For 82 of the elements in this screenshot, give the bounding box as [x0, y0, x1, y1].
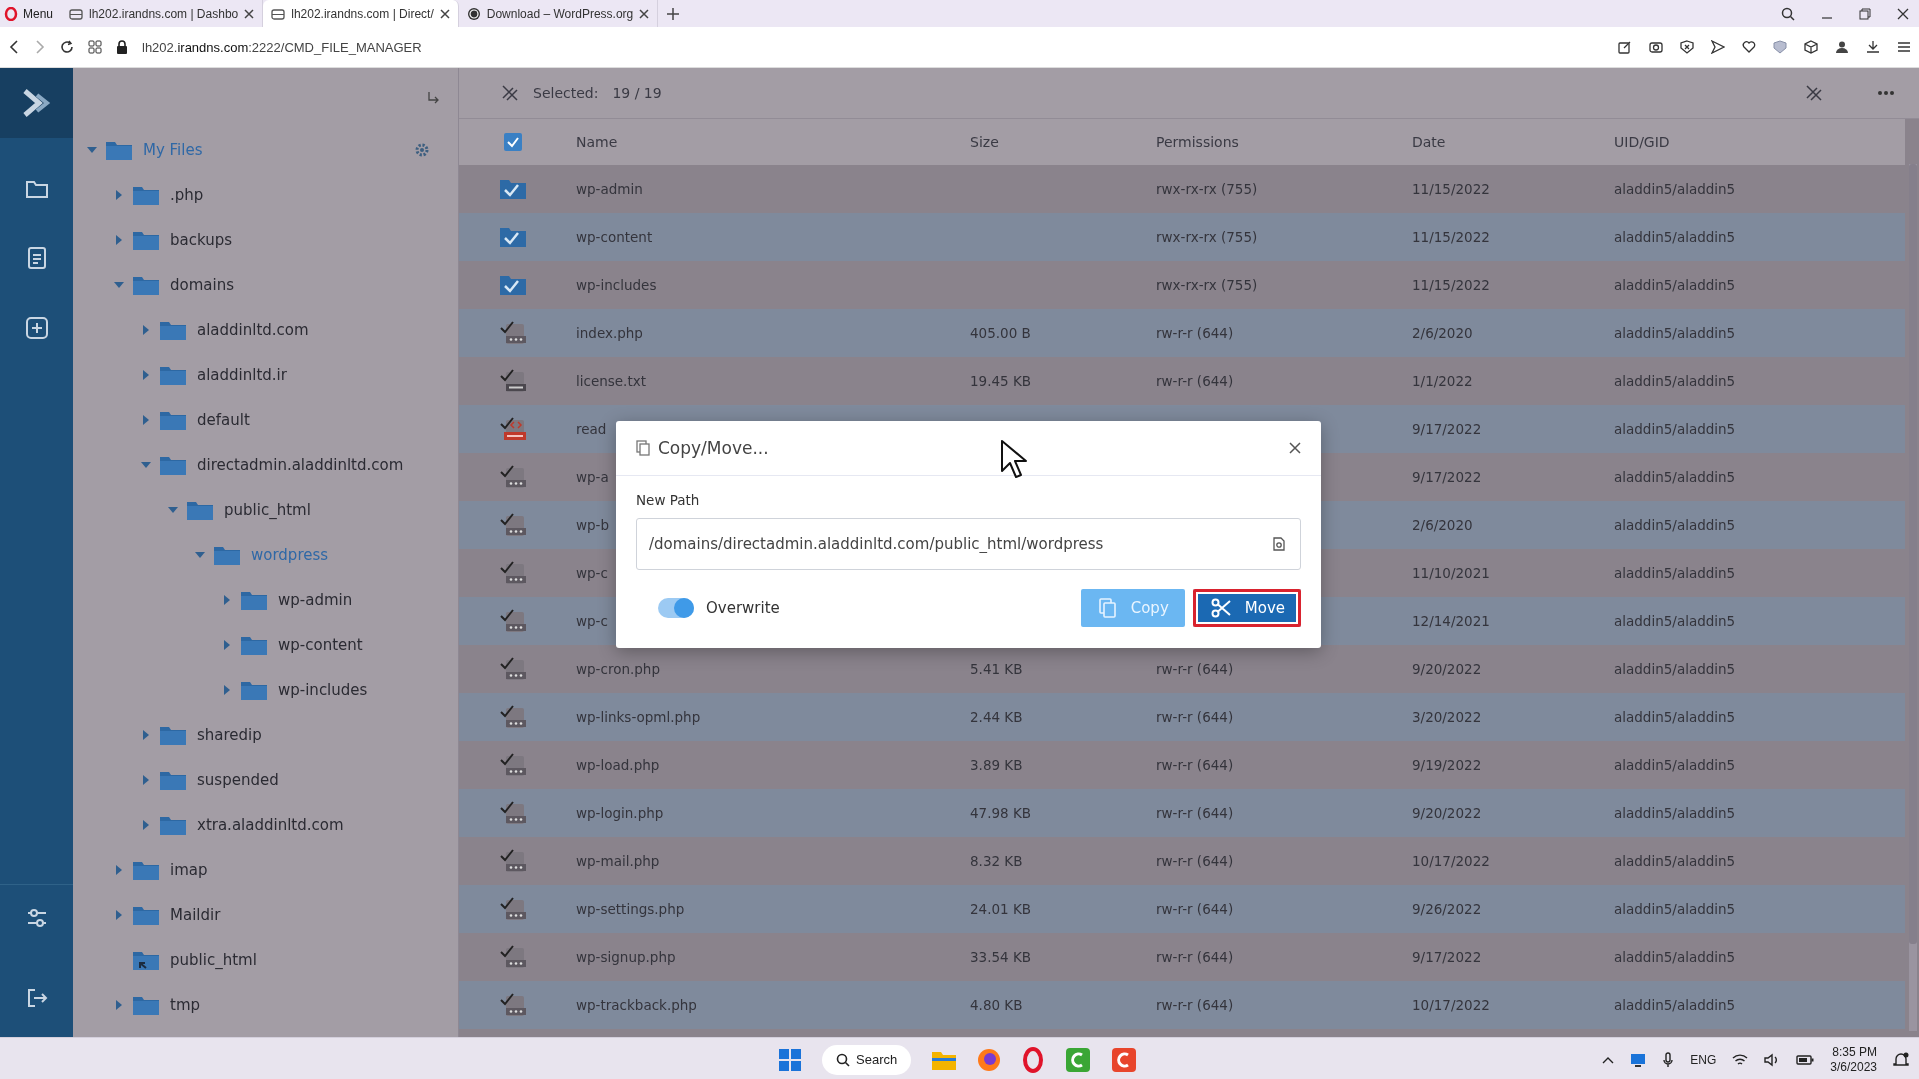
table-cell-text: aladdin5/aladdin5: [1614, 421, 1737, 437]
table-cell-text: 9/17/2022: [1412, 421, 1483, 437]
table-cell-text: 4.80 KB: [970, 997, 1024, 1013]
table-cell-text: aladdin5/aladdin5: [1614, 949, 1737, 965]
selected-label: Selected:: [533, 85, 599, 101]
table-cell-text: aladdin5/aladdin5: [1614, 181, 1737, 197]
dialog-title: Copy/Move...: [658, 438, 769, 458]
table-cell-text: rw-r-r (644): [1156, 949, 1235, 965]
table-cell-text: aladdin5/aladdin5: [1614, 901, 1737, 917]
table-cell-text: 47.98 KB: [970, 805, 1033, 821]
table-cell-text: rw-r-r (644): [1156, 853, 1235, 869]
table-cell-text: rw-r-r (644): [1156, 325, 1235, 341]
table-cell-text: aladdin5/aladdin5: [1614, 565, 1737, 581]
selected-count: 19 / 19: [612, 85, 662, 101]
table-cell-text: 10/17/2022: [1412, 853, 1491, 869]
table-cell-text: aladdin5/aladdin5: [1614, 661, 1737, 677]
table-cell-text: aladdin5/aladdin5: [1614, 517, 1737, 533]
table-cell-text: 2/6/2020: [1412, 517, 1474, 533]
table-cell-text: 1/1/2022: [1412, 373, 1474, 389]
table-cell-text: aladdin5/aladdin5: [1614, 613, 1737, 629]
table-cell-text: 9/20/2022: [1412, 661, 1483, 677]
table-cell-text: rw-r-r (644): [1156, 997, 1235, 1013]
table-cell-text: 12/14/2021: [1412, 613, 1491, 629]
table-cell-text: aladdin5/aladdin5: [1614, 229, 1737, 245]
table-cell-text: wp-settings.php: [576, 901, 686, 917]
table-cell-text: 405.00 B: [970, 325, 1032, 341]
table-cell-text: rw-r-r (644): [1156, 757, 1235, 773]
table-cell-text: wp-c: [576, 565, 609, 581]
table-cell-text: wp-login.php: [576, 805, 665, 821]
table-cell-text: 2.44 KB: [970, 709, 1024, 725]
table-cell-text: wp-mail.php: [576, 853, 661, 869]
table-cell-text: wp-links-opml.php: [576, 709, 702, 725]
table-cell-text: 5.41 KB: [970, 661, 1024, 677]
table-cell-text: wp-content: [576, 229, 654, 245]
table-cell-text: 8.32 KB: [970, 853, 1024, 869]
table-cell-text: wp-a: [576, 469, 610, 485]
table-cell-text: wp-signup.php: [576, 949, 677, 965]
table-cell-text: rw-r-r (644): [1156, 661, 1235, 677]
table-cell-text: rw-r-r (644): [1156, 805, 1235, 821]
table-cell-text: aladdin5/aladdin5: [1614, 853, 1737, 869]
table-cell-text: wp-c: [576, 613, 609, 629]
table-cell-text: 9/20/2022: [1412, 805, 1483, 821]
table-cell-text: aladdin5/aladdin5: [1614, 997, 1737, 1013]
table-cell-text: wp-cron.php: [576, 661, 661, 677]
table-cell-text: wp-includes: [576, 277, 658, 293]
table-cell-text: 9/26/2022: [1412, 901, 1483, 917]
table-cell-text: 9/17/2022: [1412, 949, 1483, 965]
table-cell-text: 9/17/2022: [1412, 469, 1483, 485]
table-cell-text: 3.89 KB: [970, 757, 1024, 773]
table-cell-text: 10/17/2022: [1412, 997, 1491, 1013]
table-cell-text: 9/19/2022: [1412, 757, 1483, 773]
table-cell-text: read: [576, 421, 608, 437]
table-cell-text: 19.45 KB: [970, 373, 1033, 389]
table-cell-text: rwx-rx-rx (755): [1156, 229, 1259, 245]
toggle-label: Overwrite: [706, 599, 780, 617]
table-cell-text: wp-trackback.php: [576, 997, 698, 1013]
table-cell-text: 2/6/2020: [1412, 325, 1474, 341]
table-cell-text: wp-load.php: [576, 757, 661, 773]
table-cell-text: 24.01 KB: [970, 901, 1033, 917]
table-cell-text: 33.54 KB: [970, 949, 1033, 965]
table-cell-text: aladdin5/aladdin5: [1614, 277, 1737, 293]
table-cell-text: 11/10/2021: [1412, 565, 1491, 581]
table-cell-text: rw-r-r (644): [1156, 709, 1235, 725]
table-cell-text: 3/20/2022: [1412, 709, 1483, 725]
table-cell-text: aladdin5/aladdin5: [1614, 373, 1737, 389]
table-cell-text: rwx-rx-rx (755): [1156, 181, 1259, 197]
table-cell-text: index.php: [576, 325, 644, 341]
table-cell-text: 11/15/2022: [1412, 229, 1491, 245]
table-cell-text: aladdin5/aladdin5: [1614, 469, 1737, 485]
table-cell-text: aladdin5/aladdin5: [1614, 709, 1737, 725]
table-cell-text: license.txt: [576, 373, 647, 389]
table-cell-text: wp-admin: [576, 181, 644, 197]
table-cell-text: aladdin5/aladdin5: [1614, 757, 1737, 773]
table-cell-text: rwx-rx-rx (755): [1156, 277, 1259, 293]
table-cell-text: wp-b: [576, 517, 611, 533]
table-cell-text: 11/15/2022: [1412, 181, 1491, 197]
table-cell-text: rw-r-r (644): [1156, 373, 1235, 389]
field-label: New Path: [636, 492, 701, 508]
table-cell-text: aladdin5/aladdin5: [1614, 805, 1737, 821]
table-cell-text: aladdin5/aladdin5: [1614, 325, 1737, 341]
table-cell-text: rw-r-r (644): [1156, 901, 1235, 917]
table-cell-text: 11/15/2022: [1412, 277, 1491, 293]
